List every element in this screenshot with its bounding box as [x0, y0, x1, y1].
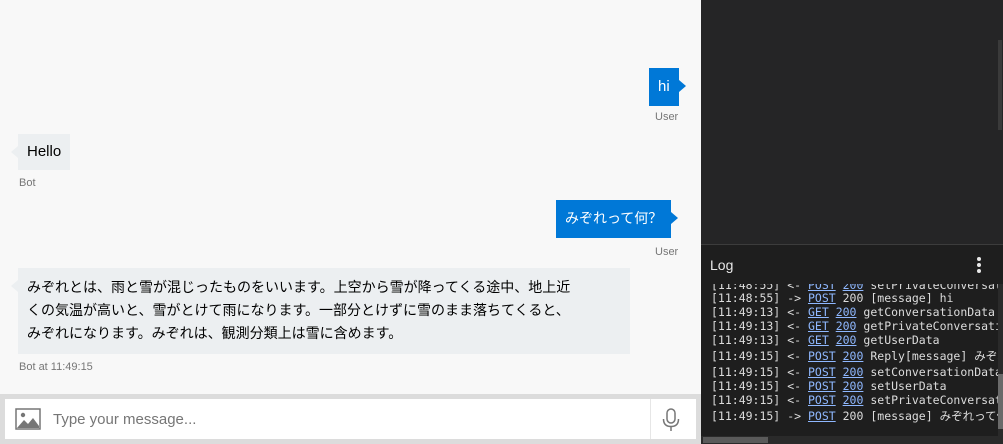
log-method-link[interactable]: POST	[808, 379, 836, 393]
log-status-link[interactable]: 200	[843, 365, 864, 379]
log-method-link[interactable]: GET	[808, 333, 829, 347]
scrollbar-thumb[interactable]	[703, 437, 768, 443]
bot-message-bubble: みぞれとは、雨と雪が混じったものをいいます。上空から雪が降ってくる途中、地上近 …	[11, 268, 630, 354]
log-line: [11:49:15] -> POST 200 [message] みぞれって何	[711, 409, 998, 423]
detail-pane	[701, 0, 1003, 244]
microphone-icon[interactable]	[660, 408, 682, 432]
log-line: [11:49:13] <- GET 200 getUserData	[711, 333, 940, 347]
log-status-link[interactable]: 200	[843, 379, 864, 393]
chat-pane: hi User Hello Bot みぞれって何？ User みぞれとは、雨と雪…	[0, 0, 701, 444]
log-method-link[interactable]: POST	[808, 365, 836, 379]
log-method-link[interactable]: POST	[808, 393, 836, 407]
log-status-link[interactable]: 200	[843, 393, 864, 407]
log-horizontal-scrollbar[interactable]	[701, 436, 1003, 444]
log-line: [11:49:13] <- GET 200 getPrivateConversa…	[711, 319, 998, 333]
user-message-bubble: みぞれって何？	[556, 200, 679, 238]
more-vertical-icon[interactable]	[973, 255, 985, 277]
log-line: [11:49:13] <- GET 200 getConversationDat…	[711, 305, 995, 319]
log-line: [11:49:15] <- POST 200 Reply[message] みぞ…	[711, 349, 998, 363]
message-input[interactable]	[53, 403, 645, 435]
log-line: [11:49:15] <- POST 200 setConversationDa…	[711, 365, 998, 379]
scrollbar[interactable]	[998, 40, 1002, 130]
message-meta: Bot at 11:49:15	[19, 361, 93, 373]
message-text: Hello	[27, 143, 62, 160]
log-header: Log	[701, 244, 1003, 284]
scrollbar-thumb[interactable]	[998, 374, 1003, 429]
log-status: 200	[842, 291, 864, 305]
user-message-bubble: hi	[649, 68, 686, 106]
message-meta: User	[655, 111, 679, 123]
log-list[interactable]: [11:48:55] <- POST 200 setPrivateConvers…	[701, 284, 998, 436]
input-container	[5, 399, 696, 439]
inspector-panel: Log [11:48:55] <- POST 200 setPrivateCon…	[701, 0, 1003, 444]
log-line: [11:48:55] -> POST 200 [message] hi	[711, 291, 954, 305]
message-meta: Bot	[19, 177, 36, 189]
log-vertical-scrollbar[interactable]	[998, 284, 1003, 436]
image-icon[interactable]	[15, 408, 41, 430]
log-line: [11:49:15] <- POST 200 setUserData	[711, 379, 947, 393]
message-text: みぞれって何？	[565, 211, 663, 227]
message-meta: User	[655, 246, 679, 258]
message-text-line: みぞれとは、雨と雪が混じったものをいいます。上空から雪が降ってくる途中、地上近	[27, 280, 571, 296]
log-status-link[interactable]: 200	[836, 319, 857, 333]
log-method-link[interactable]: POST	[808, 291, 836, 305]
log-method-link[interactable]: POST	[808, 409, 836, 423]
message-text: hi	[658, 78, 670, 95]
log-status-link[interactable]: 200	[836, 305, 857, 319]
divider	[650, 399, 651, 439]
log-status-link[interactable]: 200	[843, 349, 864, 363]
log-status-link[interactable]: 200	[836, 333, 857, 347]
log-line: [11:49:15] <- POST 200 setPrivateConvers…	[711, 393, 998, 407]
log-method-link[interactable]: POST	[808, 349, 836, 363]
log-method-link[interactable]: GET	[808, 305, 829, 319]
log-method-link[interactable]: GET	[808, 319, 829, 333]
message-list[interactable]: hi User Hello Bot みぞれって何？ User みぞれとは、雨と雪…	[0, 0, 701, 394]
message-text-line: みぞれになります。みぞれは、観測分類上は雪に含めます。	[27, 326, 403, 342]
input-bar	[0, 394, 701, 444]
log-status: 200	[842, 409, 864, 423]
message-text-line: くの気温が高いと、雪がとけて雨になります。一部分とけずに雪のまま落ちてくると、	[27, 303, 570, 319]
log-title: Log	[710, 257, 734, 273]
bot-message-bubble: Hello	[10, 134, 71, 170]
